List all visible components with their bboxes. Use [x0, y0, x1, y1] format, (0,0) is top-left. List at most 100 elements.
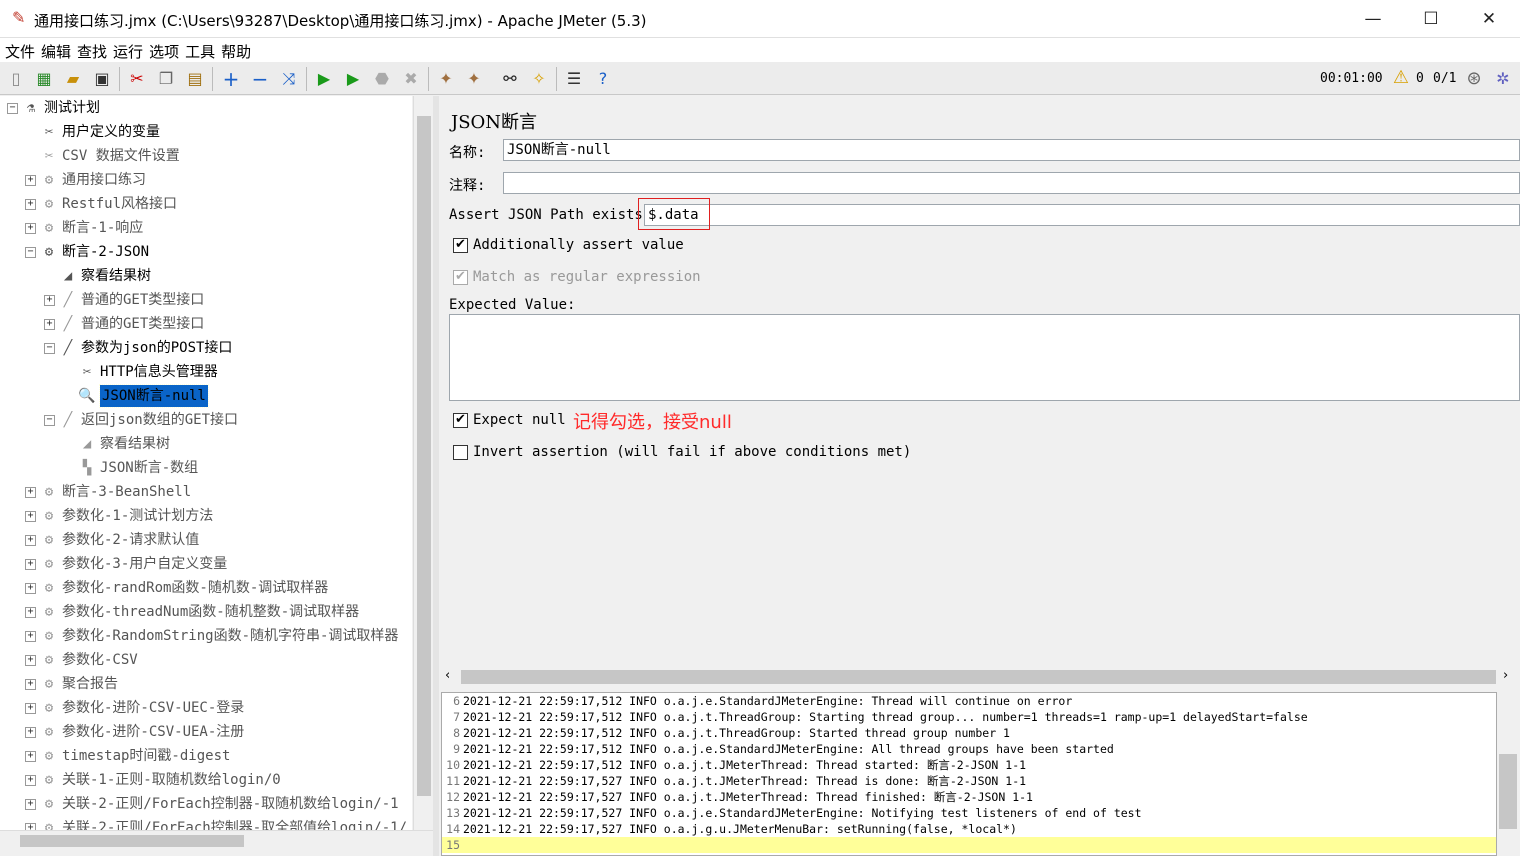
tree-expander[interactable]: + [25, 199, 36, 210]
menu-search[interactable]: 查找 [72, 38, 107, 62]
tree-node[interactable]: JSON断言-数组 [100, 457, 198, 479]
tree-node[interactable]: CSV 数据文件设置 [62, 145, 180, 167]
tree-node[interactable]: 用户定义的变量 [62, 121, 160, 143]
tree-expander[interactable]: − [44, 415, 55, 426]
comment-field[interactable] [503, 172, 1520, 194]
tree-node[interactable]: 参数化-CSV [62, 649, 138, 671]
tree-expander[interactable]: + [25, 751, 36, 762]
tree-node[interactable]: 关联-2-正则/ForEach控制器-取随机数给login/-1 [62, 793, 399, 815]
tree-horizontal-scrollbar[interactable] [0, 830, 433, 850]
clear-all-icon[interactable]: ✦ [463, 68, 485, 90]
menu-run[interactable]: 运行 [108, 38, 143, 62]
tree-expander[interactable]: − [44, 343, 55, 354]
invert-assertion-checkbox[interactable] [453, 445, 468, 460]
expand-all-icon[interactable]: + [220, 68, 242, 90]
menu-options[interactable]: 选项 [144, 38, 179, 62]
tree-node[interactable]: 关联-1-正则-取随机数给login/0 [62, 769, 281, 791]
tree-expander[interactable]: + [25, 703, 36, 714]
tree-expander[interactable]: + [25, 799, 36, 810]
menu-tools[interactable]: 工具 [180, 38, 215, 62]
tree-expander[interactable]: + [25, 655, 36, 666]
function-helper-icon[interactable]: ☰ [563, 68, 585, 90]
tree-node[interactable]: 参数化-3-用户自定义变量 [62, 553, 227, 575]
tree-node[interactable]: Restful风格接口 [62, 193, 177, 215]
tree-expander[interactable]: + [44, 319, 55, 330]
tree-expander[interactable]: + [25, 223, 36, 234]
maximize-button[interactable]: ☐ [1402, 0, 1460, 38]
log-toggle-icon[interactable]: ✲ [1492, 68, 1514, 90]
tree-node[interactable]: 断言-1-响应 [62, 217, 143, 239]
templates-icon[interactable]: ▦ [33, 68, 55, 90]
tree-node[interactable]: 关联-2-正则/ForEach控制器-取全部值给login/-1/ [62, 817, 407, 830]
tree-node[interactable]: 参数化-RandomString函数-随机字符串-调试取样器 [62, 625, 398, 647]
close-button[interactable]: ✕ [1460, 0, 1518, 38]
clear-icon[interactable]: ✦ [435, 68, 457, 90]
tree-node[interactable]: 察看结果树 [100, 433, 170, 455]
tree-node[interactable]: 参数化-2-请求默认值 [62, 529, 199, 551]
tree-node[interactable]: 聚合报告 [62, 673, 118, 695]
log-vertical-scrollbar[interactable] [1497, 692, 1520, 856]
tree-expander[interactable]: − [25, 247, 36, 258]
toggle-icon[interactable]: ⤨ [278, 68, 300, 90]
new-icon[interactable]: ▯ [5, 68, 27, 90]
scroll-left-icon[interactable]: ‹ [445, 668, 450, 683]
tree-expander[interactable]: + [25, 487, 36, 498]
open-icon[interactable]: ▰ [62, 68, 84, 90]
tree-node[interactable]: 参数化-1-测试计划方法 [62, 505, 213, 527]
tree-node[interactable]: 测试计划 [44, 97, 100, 119]
tree-expander[interactable]: + [25, 823, 36, 830]
tree-node[interactable]: 断言-2-JSON [62, 241, 149, 263]
panel-horizontal-scrollbar[interactable]: ‹ › [441, 668, 1520, 686]
tree-node[interactable]: 参数为json的POST接口 [81, 337, 232, 359]
log-viewer[interactable]: 6 2021-12-21 22:59:17,512 INFO o.a.j.e.St… [441, 692, 1497, 856]
tree-node[interactable]: 参数化-进阶-CSV-UEA-注册 [62, 721, 244, 743]
test-plan-tree[interactable]: − ⚗ 测试计划 ✂ 用户定义的变量 ✂ CSV 数据文件设置 + ⚙ 通用接口练习 + ⚙ Restf… [0, 96, 412, 830]
name-field[interactable]: JSON断言-null [503, 139, 1520, 161]
tree-expander[interactable]: + [25, 583, 36, 594]
additionally-assert-checkbox[interactable]: ✔ [453, 238, 468, 253]
tree-expander[interactable]: + [25, 535, 36, 546]
start-icon[interactable]: ▶ [313, 68, 335, 90]
help-icon[interactable]: ? [592, 68, 614, 90]
tree-node[interactable]: 参数化-进阶-CSV-UEC-登录 [62, 697, 244, 719]
tree-expander[interactable]: + [25, 631, 36, 642]
menu-edit[interactable]: 编辑 [36, 38, 71, 62]
tree-node[interactable]: 参数化-randRom函数-随机数-调试取样器 [62, 577, 328, 599]
tree-expander[interactable]: + [25, 607, 36, 618]
json-path-field[interactable]: $.data [644, 204, 1520, 226]
tree-expander[interactable]: + [25, 679, 36, 690]
tree-node[interactable]: 普通的GET类型接口 [81, 289, 204, 311]
tree-node[interactable]: 返回json数组的GET接口 [81, 409, 238, 431]
expect-null-checkbox[interactable]: ✔ [453, 413, 468, 428]
tree-node[interactable]: 普通的GET类型接口 [81, 313, 204, 335]
tree-expander[interactable]: + [25, 559, 36, 570]
tree-expander[interactable]: + [25, 175, 36, 186]
scroll-right-icon[interactable]: › [1503, 668, 1508, 683]
tree-node[interactable]: timestap时间戳-digest [62, 745, 230, 767]
expected-value-textarea[interactable] [449, 314, 1520, 401]
paste-icon[interactable]: ▤ [184, 68, 206, 90]
tree-expander[interactable]: + [25, 511, 36, 522]
tree-expander[interactable]: + [25, 727, 36, 738]
tree-vertical-scrollbar[interactable] [413, 96, 433, 830]
minimize-button[interactable]: — [1344, 0, 1402, 38]
tree-node[interactable]: 断言-3-BeanShell [62, 481, 191, 503]
save-icon[interactable]: ▣ [91, 68, 113, 90]
collapse-all-icon[interactable]: − [249, 68, 271, 90]
reset-search-icon[interactable]: ✧ [528, 68, 550, 90]
menu-file[interactable]: 文件 [0, 38, 35, 62]
tree-node[interactable]: 通用接口练习 [62, 169, 146, 191]
start-no-pauses-icon[interactable]: ▶ [342, 68, 364, 90]
tree-node[interactable]: 参数化-threadNum函数-随机整数-调试取样器 [62, 601, 359, 623]
search-binoculars-icon[interactable]: ⚯ [499, 68, 521, 90]
tree-expander[interactable]: − [7, 103, 18, 114]
tree-expander[interactable]: + [25, 775, 36, 786]
warning-icon[interactable]: ⚠ [1390, 67, 1412, 89]
cut-icon[interactable]: ✂ [126, 68, 148, 90]
tree-node-selected[interactable]: JSON断言-null [99, 384, 209, 408]
tree-node[interactable]: HTTP信息头管理器 [100, 361, 218, 383]
copy-icon[interactable]: ❐ [155, 68, 177, 90]
tree-expander[interactable]: + [44, 295, 55, 306]
tree-node[interactable]: 察看结果树 [81, 265, 151, 287]
menu-help[interactable]: 帮助 [216, 38, 251, 62]
